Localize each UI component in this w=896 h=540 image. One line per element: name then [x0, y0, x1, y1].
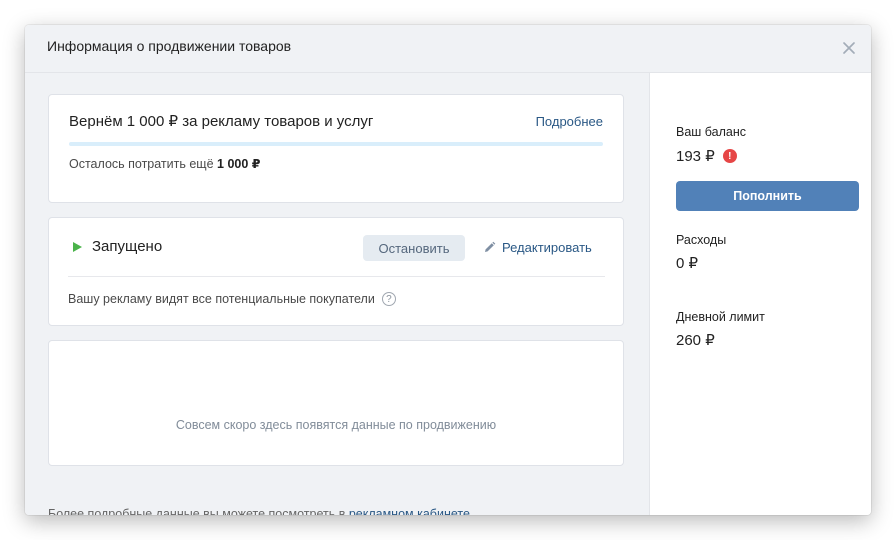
promotion-info-modal: Информация о продвижении товаров Вернём … — [25, 25, 871, 515]
balance-label: Ваш баланс — [676, 125, 747, 139]
footer-text: Более подробные данные вы можете посмотр… — [48, 507, 349, 515]
cashback-title: Вернём 1 000 ₽ за рекламу товаров и услу… — [69, 113, 374, 130]
remaining-prefix: Осталось потратить ещё — [69, 157, 218, 171]
play-icon — [73, 241, 82, 252]
ad-cabinet-link[interactable]: рекламном кабинете — [349, 507, 470, 515]
modal-header: Информация о продвижении товаров — [25, 25, 871, 73]
divider — [68, 276, 605, 277]
warning-icon[interactable]: ! — [722, 149, 737, 163]
balance-value: 193 ₽ — [676, 148, 715, 165]
question-icon[interactable]: ? — [381, 292, 396, 306]
close-icon[interactable] — [839, 38, 859, 58]
cashback-progress-bar — [69, 142, 603, 146]
campaign-info: Вашу рекламу видят все потенциальные пок… — [68, 292, 396, 306]
expenses-value: 0 ₽ — [676, 255, 699, 272]
remaining-amount: 1 000 ₽ — [217, 157, 261, 171]
balance-value-row: 193 ₽ ! — [676, 147, 737, 165]
edit-label: Редактировать — [502, 240, 592, 255]
daily-limit-value: 260 ₽ — [676, 332, 715, 349]
remaining-note: Осталось потратить ещё 1 000 ₽ — [69, 156, 260, 171]
more-link[interactable]: Подробнее — [536, 114, 603, 129]
campaign-card: Запущено Остановить Редактировать Вашу р… — [48, 217, 624, 326]
stats-card: Совсем скоро здесь появятся данные по пр… — [48, 340, 624, 466]
status-label: Запущено — [92, 238, 163, 255]
stop-button[interactable]: Остановить — [363, 235, 465, 261]
campaign-info-text: Вашу рекламу видят все потенциальные пок… — [68, 292, 375, 306]
modal-title: Информация о продвижении товаров — [47, 38, 292, 54]
footer-note: Более подробные данные вы можете посмотр… — [48, 507, 470, 515]
sidebar: Ваш баланс 193 ₽ ! Пополнить Расходы 0 ₽… — [649, 73, 871, 515]
edit-link[interactable]: Редактировать — [483, 240, 592, 255]
topup-button[interactable]: Пополнить — [676, 181, 859, 211]
campaign-status: Запущено — [71, 238, 162, 255]
empty-state-text: Совсем скоро здесь появятся данные по пр… — [175, 418, 497, 432]
daily-limit-label: Дневной лимит — [676, 310, 765, 324]
cashback-card: Вернём 1 000 ₽ за рекламу товаров и услу… — [48, 94, 624, 203]
main-content: Вернём 1 000 ₽ за рекламу товаров и услу… — [25, 73, 649, 515]
pencil-icon — [485, 241, 496, 252]
expenses-label: Расходы — [676, 233, 727, 247]
